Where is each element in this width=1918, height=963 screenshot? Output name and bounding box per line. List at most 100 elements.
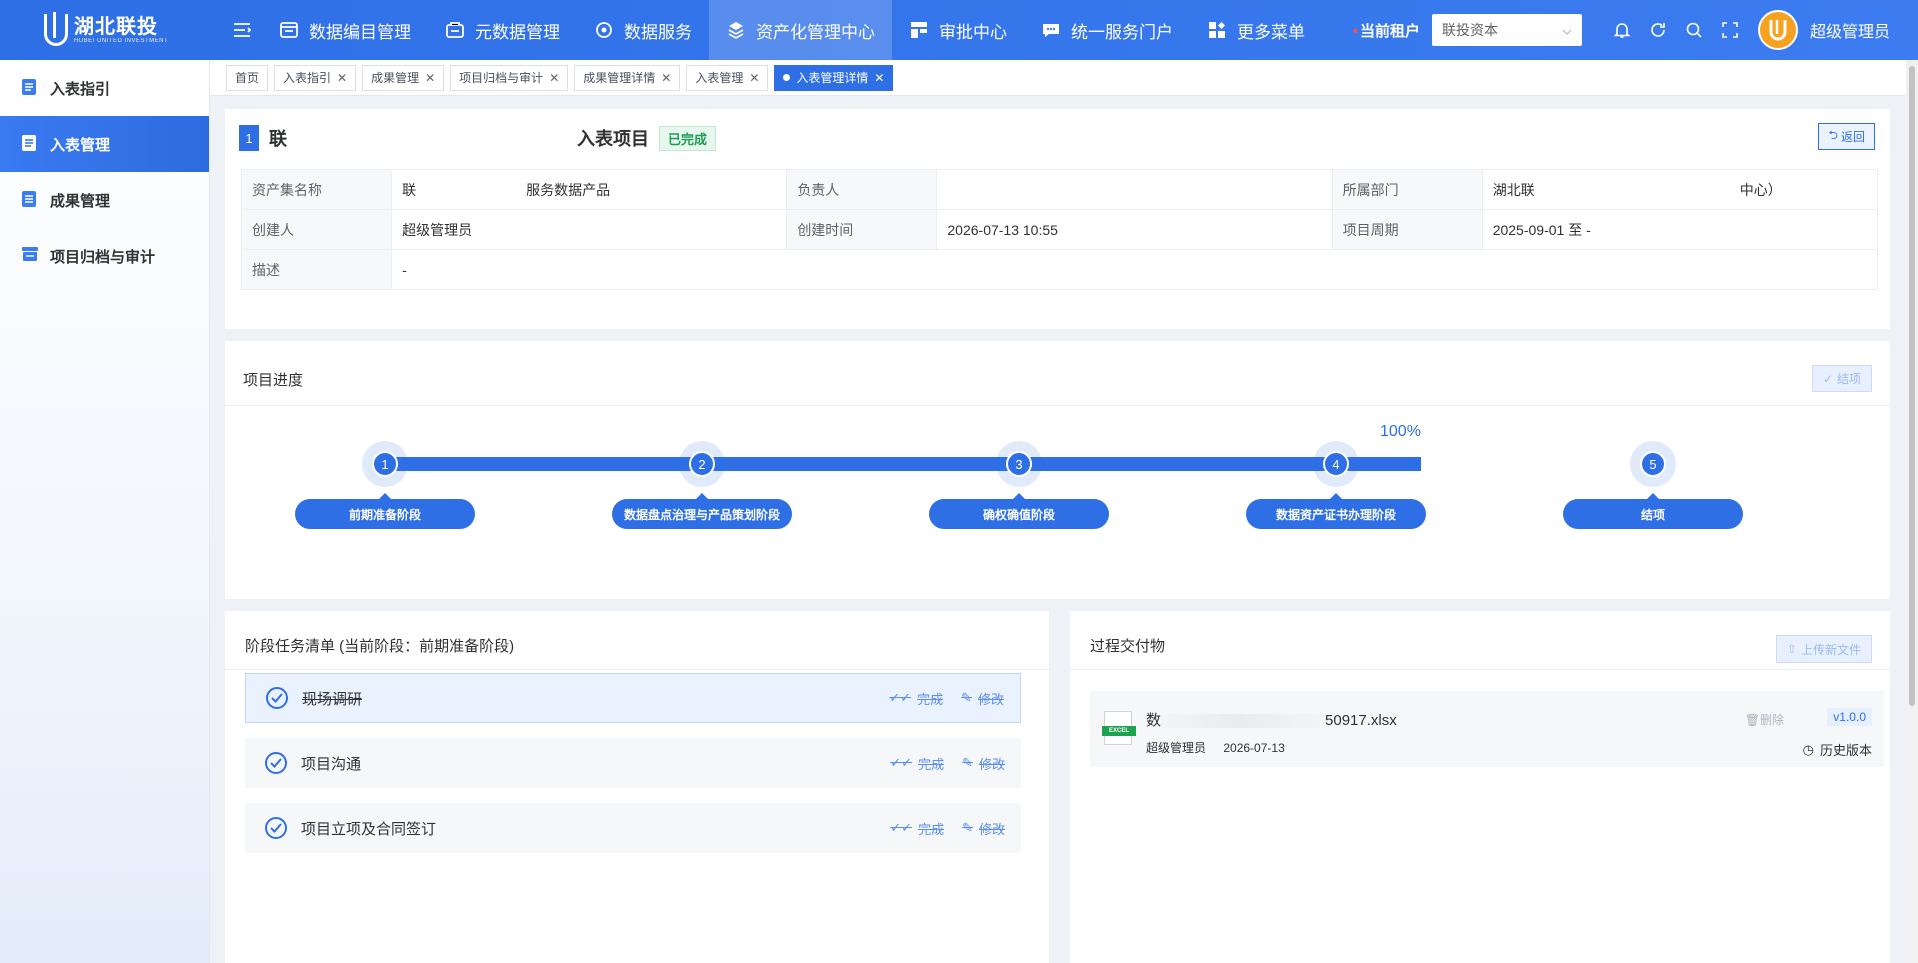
tab-home[interactable]: 首页 bbox=[226, 64, 269, 91]
tab-label: 入表管理 bbox=[695, 71, 744, 85]
tab-results-detail[interactable]: 成果管理详情 ✕ bbox=[574, 64, 681, 91]
close-project-button[interactable]: ✓ 结项 bbox=[1811, 365, 1872, 392]
field-label: 负责人 bbox=[786, 169, 938, 210]
step-1[interactable]: 1 bbox=[362, 441, 408, 487]
double-check-icon: ✓✓ bbox=[890, 820, 913, 835]
main-content: 1 联入表项目 已完成 ⮌ 返回 资产集名称 联服务数据产品 负责人 所属部门 … bbox=[210, 97, 1918, 963]
archive-icon bbox=[22, 247, 38, 265]
active-dot-icon bbox=[783, 74, 791, 81]
tab-label: 入表管理详情 bbox=[796, 71, 869, 85]
avatar[interactable] bbox=[1757, 10, 1798, 50]
step-2[interactable]: 2 bbox=[679, 441, 725, 487]
description-value: - bbox=[391, 249, 1878, 290]
nav-approval[interactable]: 审批中心 bbox=[892, 0, 1024, 60]
sidebar-item-label: 成果管理 bbox=[50, 192, 111, 210]
tab-table-management-detail[interactable]: 入表管理详情 ✕ bbox=[774, 64, 894, 91]
field-label: 描述 bbox=[240, 249, 393, 290]
sidebar-item-label: 入表指引 bbox=[50, 80, 111, 98]
fullscreen-icon[interactable] bbox=[1712, 12, 1748, 48]
nav-metadata[interactable]: 元数据管理 bbox=[428, 0, 577, 60]
nav-data-service[interactable]: 数据服务 bbox=[577, 0, 709, 60]
tab-table-management[interactable]: 入表管理 ✕ bbox=[686, 64, 769, 91]
logo-title: 湖北联投 bbox=[74, 16, 158, 38]
page-tabs: 首页 入表指引 ✕ 成果管理 ✕ 项目归档与审计 ✕ 成果管理详情 ✕ 入表管理 ✕ 入表… bbox=[210, 60, 1918, 96]
brand-logo[interactable]: 湖北联投 HUBEI UNITED INVESTMENT bbox=[0, 0, 210, 60]
tab-archive-audit[interactable]: 项目归档与审计 ✕ bbox=[450, 64, 569, 91]
complete-button[interactable]: ✓✓ 完成 bbox=[890, 819, 944, 838]
upload-icon: ⇧ bbox=[1786, 642, 1797, 656]
sidebar-item-table-management[interactable]: 入表管理 bbox=[0, 116, 209, 172]
upload-file-label: 上传新文件 bbox=[1800, 642, 1861, 657]
task-name: 现场调研 bbox=[302, 690, 363, 708]
nav-catalog[interactable]: 数据编目管理 bbox=[262, 0, 428, 60]
back-arrow-icon: ⮌ bbox=[1828, 128, 1838, 142]
menu-toggle-icon[interactable] bbox=[222, 0, 262, 60]
back-button-label: 返回 bbox=[1840, 130, 1865, 144]
section-title: 过程交付物 bbox=[1090, 638, 1166, 655]
step-label: 结项 bbox=[1563, 493, 1743, 529]
bell-icon[interactable] bbox=[1604, 12, 1640, 48]
chat-icon bbox=[1041, 20, 1061, 40]
step-number: 3 bbox=[1006, 451, 1032, 477]
edit-button[interactable]: ✎ 修改 bbox=[961, 689, 1004, 708]
history-version-button[interactable]: ◷ 历史版本 bbox=[1803, 740, 1872, 759]
period-value: 2025-09-01 至 - bbox=[1481, 209, 1879, 250]
tab-label: 项目归档与审计 bbox=[459, 71, 544, 85]
divider bbox=[225, 669, 1049, 670]
close-icon[interactable]: ✕ bbox=[874, 71, 884, 85]
search-icon[interactable] bbox=[1676, 12, 1712, 48]
tab-guide[interactable]: 入表指引 ✕ bbox=[274, 64, 357, 91]
step-number: 2 bbox=[689, 451, 715, 477]
nav-portal[interactable]: 统一服务门户 bbox=[1024, 0, 1190, 60]
step-label: 前期准备阶段 bbox=[295, 493, 475, 529]
close-icon[interactable]: ✕ bbox=[549, 71, 559, 85]
task-row[interactable]: 现场调研 ✓✓ 完成 ✎ 修改 bbox=[245, 673, 1021, 723]
edit-button[interactable]: ✎ 修改 bbox=[962, 819, 1005, 838]
step-3[interactable]: 3 bbox=[996, 441, 1042, 487]
page-scrollbar[interactable] bbox=[1906, 60, 1918, 963]
refresh-icon[interactable] bbox=[1640, 12, 1676, 48]
step-4[interactable]: 4 bbox=[1313, 441, 1359, 487]
back-button[interactable]: ⮌ 返回 bbox=[1818, 123, 1875, 150]
tenant-select[interactable]: 联投资本 bbox=[1431, 14, 1582, 46]
file-name[interactable]: 数 50917.xlsx bbox=[1146, 709, 1397, 730]
cube-icon bbox=[726, 20, 746, 40]
progress-card: 项目进度 ✓ 结项 100% 1 2 3 4 5 前期准备阶段 数据盘点治理与产… bbox=[225, 341, 1890, 599]
step-5[interactable]: 5 bbox=[1630, 441, 1676, 487]
field-label: 项目周期 bbox=[1331, 209, 1483, 250]
trash-icon: 🗑 bbox=[1744, 713, 1760, 727]
nav-data-service-label: 数据服务 bbox=[624, 22, 692, 42]
complete-button[interactable]: ✓✓ 完成 bbox=[890, 754, 944, 773]
metadata-icon bbox=[445, 20, 465, 40]
sidebar-item-results[interactable]: 成果管理 bbox=[0, 172, 209, 228]
upload-file-button[interactable]: ⇧ 上传新文件 bbox=[1775, 635, 1872, 663]
sidebar-item-archive-audit[interactable]: 项目归档与审计 bbox=[0, 228, 209, 284]
edit-button[interactable]: ✎ 修改 bbox=[962, 754, 1005, 773]
list-document-icon bbox=[22, 135, 38, 153]
file-item[interactable]: EXCEL 数 50917.xlsx 超级管理员 2026-07-13 🗑删除 v… bbox=[1090, 691, 1884, 767]
tab-results[interactable]: 成果管理 ✕ bbox=[362, 64, 445, 91]
dept-value: 湖北联 中心） bbox=[1481, 169, 1879, 210]
deliverables-card: 过程交付物 ⇧ 上传新文件 EXCEL 数 50917.xlsx 超级管理员 20… bbox=[1070, 611, 1890, 963]
task-row[interactable]: 项目沟通 ✓✓ 完成 ✎ 修改 bbox=[245, 738, 1021, 788]
edit-icon: ✎ bbox=[961, 690, 972, 705]
results-icon bbox=[22, 191, 38, 209]
nav-more[interactable]: 更多菜单 bbox=[1190, 0, 1322, 60]
close-icon[interactable]: ✕ bbox=[425, 71, 435, 85]
main-nav: 数据编目管理 元数据管理 数据服务 资产化管理中心 审批中心 统一服务门户 更多… bbox=[262, 0, 1322, 60]
check-circle-icon bbox=[265, 817, 287, 839]
scrollbar-thumb[interactable] bbox=[1909, 66, 1915, 706]
complete-button[interactable]: ✓✓ 完成 bbox=[889, 689, 943, 708]
task-row[interactable]: 项目立项及合同签订 ✓✓ 完成 ✎ 修改 bbox=[245, 803, 1021, 853]
close-icon[interactable]: ✕ bbox=[661, 71, 671, 85]
close-icon[interactable]: ✕ bbox=[337, 71, 347, 85]
tenant-select-value: 联投资本 bbox=[1441, 22, 1498, 38]
top-navbar: 湖北联投 HUBEI UNITED INVESTMENT 数据编目管理 元数据管… bbox=[0, 0, 1918, 60]
close-icon[interactable]: ✕ bbox=[749, 71, 759, 85]
user-name[interactable]: 超级管理员 bbox=[1810, 18, 1890, 42]
sidebar-item-guide[interactable]: 入表指引 bbox=[0, 60, 209, 116]
delete-button[interactable]: 🗑删除 bbox=[1745, 711, 1784, 728]
creator-value: 超级管理员 bbox=[391, 209, 788, 250]
nav-asset-center[interactable]: 资产化管理中心 bbox=[709, 0, 892, 60]
check-circle-icon bbox=[266, 687, 288, 709]
